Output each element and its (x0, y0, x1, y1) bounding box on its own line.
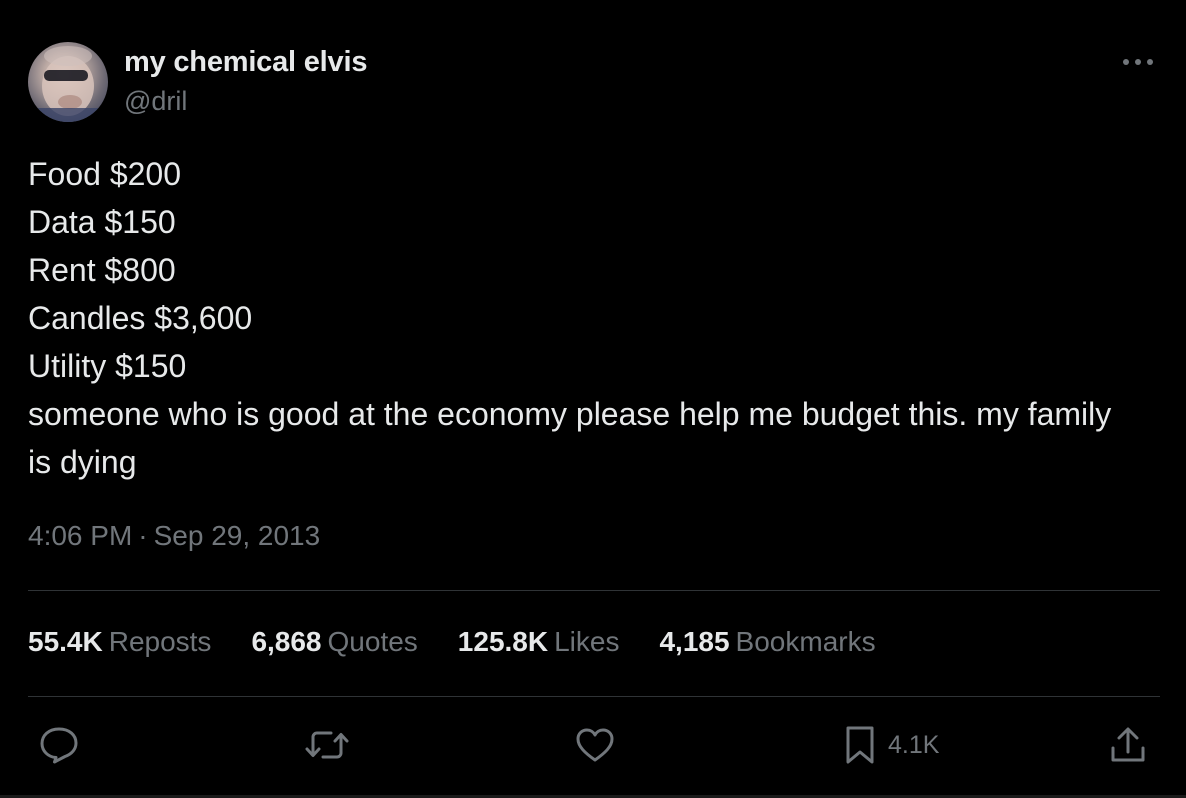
divider (28, 590, 1160, 591)
bookmark-count: 4.1K (888, 730, 940, 759)
tweet-line: Utility $150 (28, 348, 187, 384)
divider (28, 696, 1160, 697)
tweet-date-link[interactable]: Sep 29, 2013 (154, 520, 321, 551)
bookmark-icon (846, 726, 874, 764)
avatar-photo (28, 46, 108, 122)
more-options-button[interactable] (1118, 46, 1158, 78)
tweet-timestamp: 4:06 PM · Sep 29, 2013 (28, 520, 320, 552)
share-button[interactable] (1108, 722, 1148, 768)
heart-icon (576, 728, 614, 762)
author-handle[interactable]: @dril (124, 86, 187, 117)
author-avatar[interactable] (28, 42, 108, 122)
stat-bookmarks[interactable]: 4,185 Bookmarks (659, 626, 875, 658)
tweet-line: someone who is good at the economy pleas… (28, 396, 1121, 480)
reply-button[interactable] (38, 722, 80, 768)
stat-likes-label: Likes (554, 626, 620, 657)
repost-button[interactable] (304, 722, 350, 768)
author-display-name[interactable]: my chemical elvis (124, 46, 367, 79)
timestamp-separator: · (138, 520, 148, 551)
stat-quotes-label: Quotes (327, 626, 418, 657)
tweet-time-link[interactable]: 4:06 PM (28, 520, 132, 551)
share-upload-icon (1111, 727, 1145, 762)
stat-quotes[interactable]: 6,868 Quotes (251, 626, 417, 658)
stat-likes-value: 125.8K (457, 626, 549, 657)
tweet-card: my chemical elvis @dril Food $200 Data $… (0, 0, 1186, 798)
like-button[interactable] (574, 722, 616, 768)
bookmark-button[interactable]: 4.1K (842, 722, 939, 768)
stat-quotes-value: 6,868 (251, 626, 322, 657)
stat-reposts-label: Reposts (108, 626, 212, 657)
speech-bubble-icon (40, 727, 78, 764)
stat-bookmarks-label: Bookmarks (735, 626, 876, 657)
engagement-stats: 55.4K Reposts 6,868 Quotes 125.8K Likes 4,1… (28, 626, 876, 658)
tweet-line: Data $150 (28, 204, 176, 240)
tweet-text: Food $200 Data $150 Rent $800 Candles $3… (28, 150, 1138, 486)
tweet-line: Candles $3,600 (28, 300, 253, 336)
stat-reposts-value: 55.4K (28, 626, 103, 657)
stat-reposts[interactable]: 55.4K Reposts (28, 626, 211, 658)
tweet-line: Food $200 (28, 156, 182, 192)
stat-bookmarks-value: 4,185 (659, 626, 730, 657)
tweet-line: Rent $800 (28, 252, 176, 288)
stat-likes[interactable]: 125.8K Likes (458, 626, 620, 658)
more-dots-icon (1123, 59, 1153, 65)
repost-arrows-icon (305, 731, 349, 759)
